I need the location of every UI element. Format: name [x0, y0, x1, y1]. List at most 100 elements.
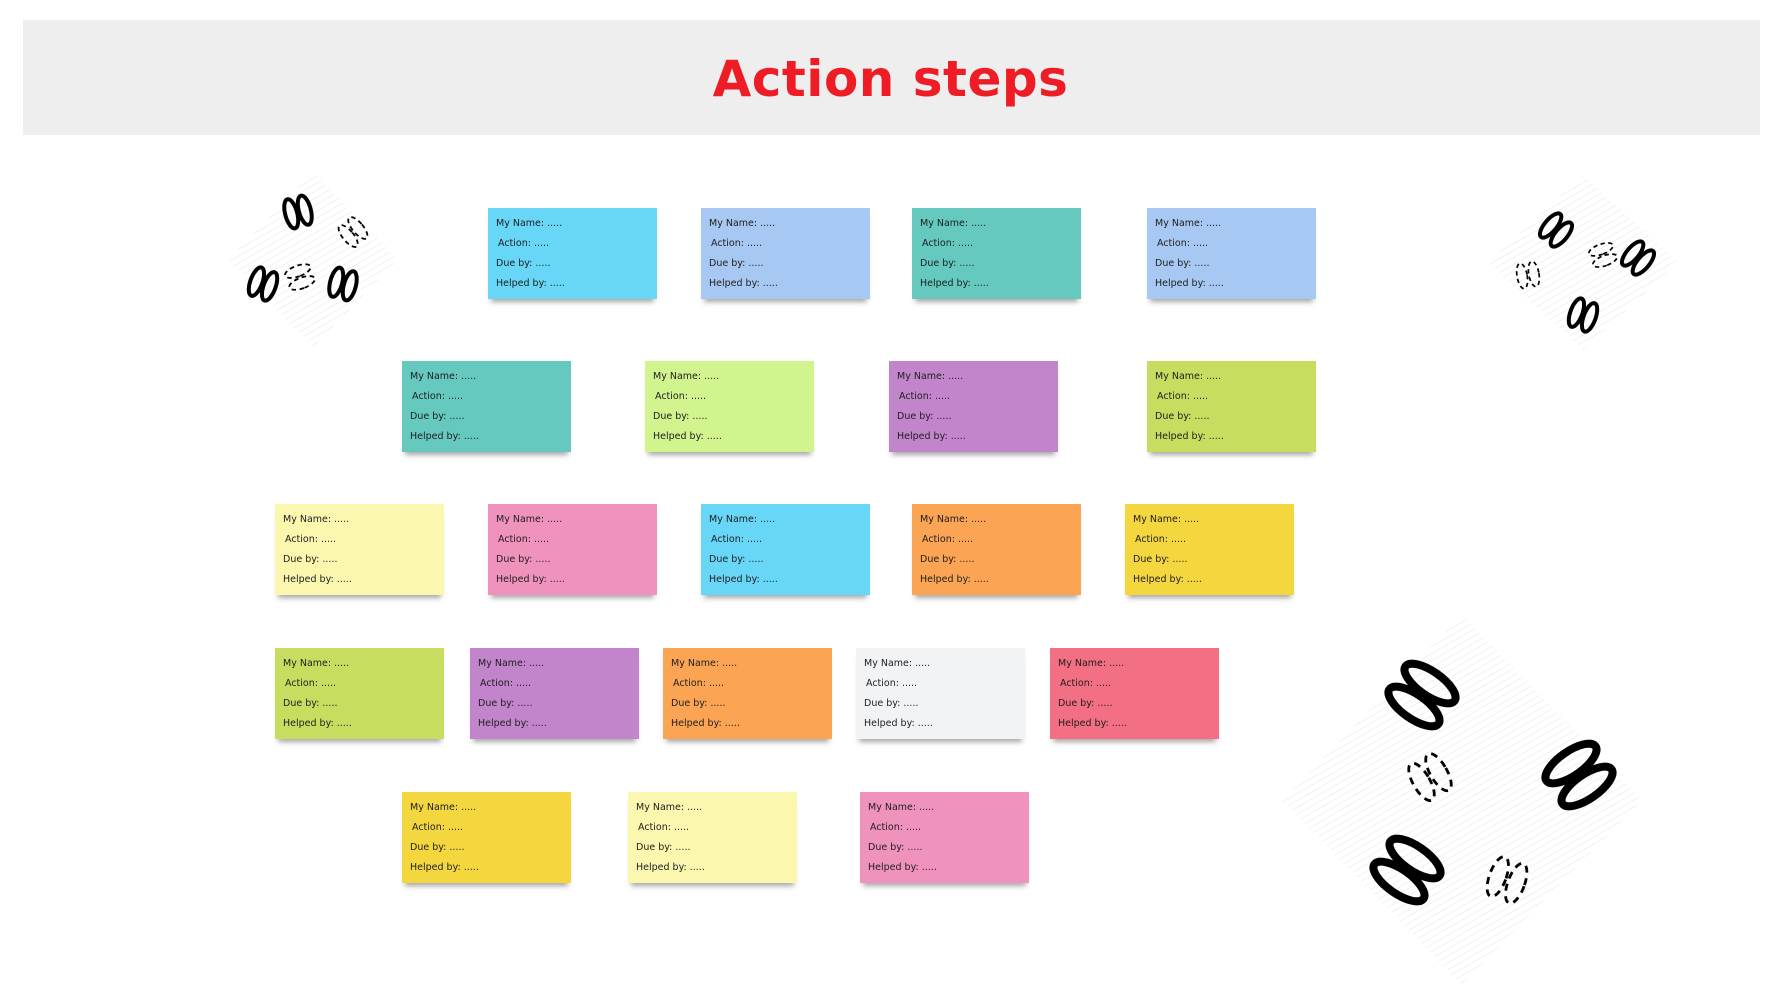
- note-action-label: Action: .....: [1060, 678, 1112, 689]
- note-action-label: Action: .....: [1135, 534, 1187, 545]
- note-helped-label: Helped by: .....: [496, 574, 565, 585]
- note-name-label: My Name: .....: [410, 802, 477, 813]
- footprints-icon-bottom-right: [1282, 615, 1642, 985]
- note-name-label: My Name: .....: [1155, 218, 1222, 229]
- note-due-label: Due by: .....: [478, 698, 533, 709]
- sticky-note[interactable]: My Name: ..... Action: ..... Due by: .....…: [701, 208, 870, 299]
- note-name-label: My Name: .....: [653, 371, 720, 382]
- note-action-label: Action: .....: [866, 678, 918, 689]
- note-due-label: Due by: .....: [671, 698, 726, 709]
- note-helped-label: Helped by: .....: [1155, 431, 1224, 442]
- note-due-label: Due by: .....: [496, 554, 551, 565]
- note-due-label: Due by: .....: [410, 411, 465, 422]
- note-name-label: My Name: .....: [1133, 514, 1200, 525]
- note-helped-label: Helped by: .....: [410, 431, 479, 442]
- sticky-note[interactable]: My Name: ..... Action: ..... Due by: .....…: [628, 792, 797, 883]
- note-helped-label: Helped by: .....: [671, 718, 740, 729]
- note-action-label: Action: .....: [498, 238, 550, 249]
- note-due-label: Due by: .....: [1155, 258, 1210, 269]
- note-helped-label: Helped by: .....: [636, 862, 705, 873]
- note-due-label: Due by: .....: [636, 842, 691, 853]
- note-due-label: Due by: .....: [283, 698, 338, 709]
- note-helped-label: Helped by: .....: [478, 718, 547, 729]
- note-helped-label: Helped by: .....: [897, 431, 966, 442]
- sticky-note[interactable]: My Name: ..... Action: ..... Due by: .....…: [912, 504, 1081, 595]
- note-due-label: Due by: .....: [653, 411, 708, 422]
- note-helped-label: Helped by: .....: [864, 718, 933, 729]
- note-action-label: Action: .....: [870, 822, 922, 833]
- note-helped-label: Helped by: .....: [410, 862, 479, 873]
- note-helped-label: Helped by: .....: [653, 431, 722, 442]
- sticky-note[interactable]: My Name: ..... Action: ..... Due by: .....…: [856, 648, 1025, 739]
- sticky-note[interactable]: My Name: ..... Action: ..... Due by: .....…: [1147, 361, 1316, 452]
- sticky-note[interactable]: My Name: ..... Action: ..... Due by: .....…: [488, 208, 657, 299]
- note-due-label: Due by: .....: [920, 258, 975, 269]
- note-name-label: My Name: .....: [1058, 658, 1125, 669]
- note-name-label: My Name: .....: [1155, 371, 1222, 382]
- note-action-label: Action: .....: [899, 391, 951, 402]
- note-name-label: My Name: .....: [868, 802, 935, 813]
- sticky-note[interactable]: My Name: ..... Action: ..... Due by: .....…: [1147, 208, 1316, 299]
- sticky-note[interactable]: My Name: ..... Action: ..... Due by: .....…: [860, 792, 1029, 883]
- note-name-label: My Name: .....: [920, 218, 987, 229]
- note-helped-label: Helped by: .....: [920, 278, 989, 289]
- note-action-label: Action: .....: [480, 678, 532, 689]
- note-due-label: Due by: .....: [864, 698, 919, 709]
- sticky-note[interactable]: My Name: ..... Action: ..... Due by: .....…: [402, 792, 571, 883]
- note-due-label: Due by: .....: [496, 258, 551, 269]
- note-name-label: My Name: .....: [920, 514, 987, 525]
- note-due-label: Due by: .....: [709, 258, 764, 269]
- note-name-label: My Name: .....: [709, 514, 776, 525]
- note-name-label: My Name: .....: [496, 514, 563, 525]
- sticky-note[interactable]: My Name: ..... Action: ..... Due by: .....…: [1050, 648, 1219, 739]
- sticky-note[interactable]: My Name: ..... Action: ..... Due by: .....…: [402, 361, 571, 452]
- note-due-label: Due by: .....: [920, 554, 975, 565]
- note-due-label: Due by: .....: [1155, 411, 1210, 422]
- note-name-label: My Name: .....: [897, 371, 964, 382]
- sticky-note[interactable]: My Name: ..... Action: ..... Due by: .....…: [470, 648, 639, 739]
- note-due-label: Due by: .....: [897, 411, 952, 422]
- note-due-label: Due by: .....: [1058, 698, 1113, 709]
- note-name-label: My Name: .....: [410, 371, 477, 382]
- note-helped-label: Helped by: .....: [283, 718, 352, 729]
- note-name-label: My Name: .....: [496, 218, 563, 229]
- note-name-label: My Name: .....: [283, 514, 350, 525]
- sticky-note[interactable]: My Name: ..... Action: ..... Due by: .....…: [701, 504, 870, 595]
- note-due-label: Due by: .....: [1133, 554, 1188, 565]
- sticky-note[interactable]: My Name: ..... Action: ..... Due by: .....…: [488, 504, 657, 595]
- sticky-note[interactable]: My Name: ..... Action: ..... Due by: .....…: [889, 361, 1058, 452]
- sticky-note[interactable]: My Name: ..... Action: ..... Due by: .....…: [275, 648, 444, 739]
- whiteboard-canvas[interactable]: Action steps My Name: ..... Action: .....…: [0, 0, 1781, 993]
- sticky-note[interactable]: My Name: ..... Action: ..... Due by: .....…: [912, 208, 1081, 299]
- sticky-note[interactable]: My Name: ..... Action: ..... Due by: .....…: [275, 504, 444, 595]
- note-name-label: My Name: .....: [671, 658, 738, 669]
- note-due-label: Due by: .....: [410, 842, 465, 853]
- note-action-label: Action: .....: [412, 391, 464, 402]
- note-action-label: Action: .....: [711, 238, 763, 249]
- note-due-label: Due by: .....: [709, 554, 764, 565]
- note-action-label: Action: .....: [412, 822, 464, 833]
- note-action-label: Action: .....: [922, 534, 974, 545]
- note-name-label: My Name: .....: [636, 802, 703, 813]
- note-helped-label: Helped by: .....: [920, 574, 989, 585]
- note-action-label: Action: .....: [1157, 391, 1209, 402]
- note-helped-label: Helped by: .....: [283, 574, 352, 585]
- sticky-note[interactable]: My Name: ..... Action: ..... Due by: .....…: [1125, 504, 1294, 595]
- note-helped-label: Helped by: .....: [1058, 718, 1127, 729]
- note-action-label: Action: .....: [285, 678, 337, 689]
- note-action-label: Action: .....: [498, 534, 550, 545]
- note-action-label: Action: .....: [638, 822, 690, 833]
- note-action-label: Action: .....: [673, 678, 725, 689]
- note-helped-label: Helped by: .....: [1155, 278, 1224, 289]
- note-name-label: My Name: .....: [864, 658, 931, 669]
- sticky-note[interactable]: My Name: ..... Action: ..... Due by: .....…: [663, 648, 832, 739]
- sticky-note[interactable]: My Name: ..... Action: ..... Due by: .....…: [645, 361, 814, 452]
- note-due-label: Due by: .....: [283, 554, 338, 565]
- note-action-label: Action: .....: [711, 534, 763, 545]
- note-name-label: My Name: .....: [709, 218, 776, 229]
- note-action-label: Action: .....: [655, 391, 707, 402]
- note-helped-label: Helped by: .....: [709, 278, 778, 289]
- note-helped-label: Helped by: .....: [496, 278, 565, 289]
- note-due-label: Due by: .....: [868, 842, 923, 853]
- note-name-label: My Name: .....: [478, 658, 545, 669]
